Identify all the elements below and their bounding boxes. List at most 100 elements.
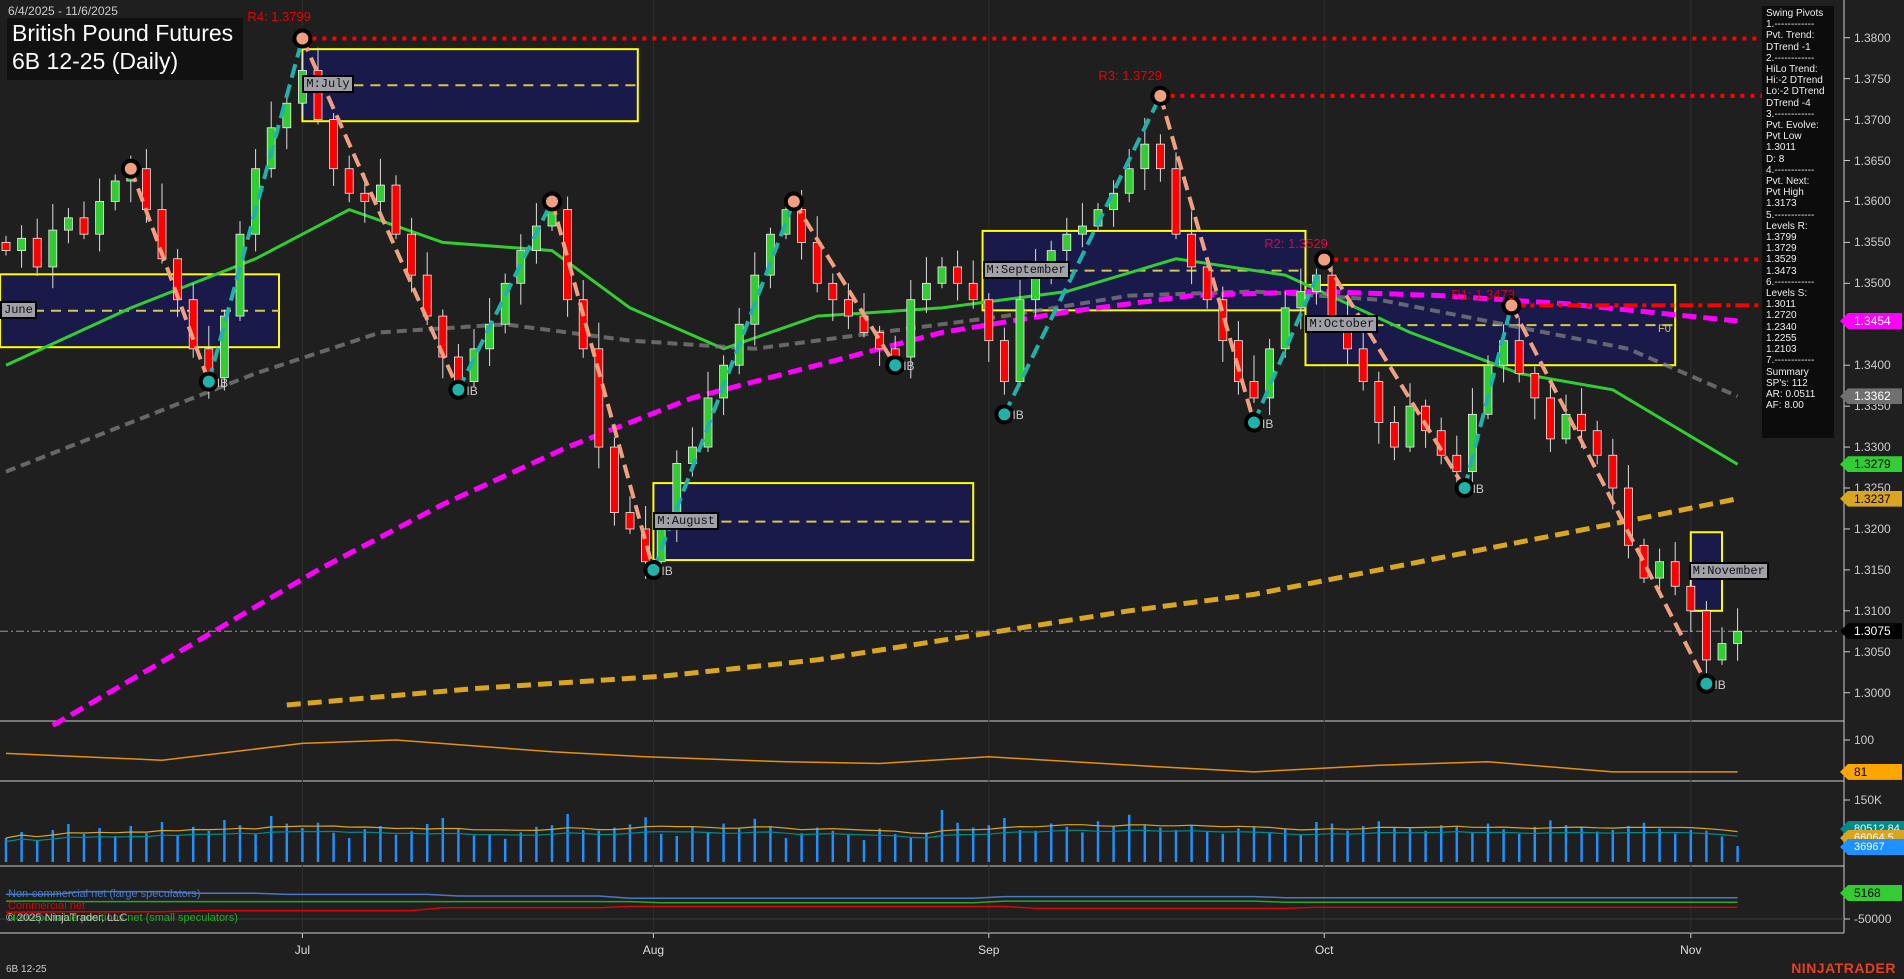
- price-tick-label: 1.3300: [1854, 440, 1891, 455]
- info-line: Levels R:: [1766, 220, 1808, 232]
- candle-down: [1702, 610, 1711, 661]
- candle-up: [1405, 405, 1415, 448]
- candle-down: [953, 266, 962, 284]
- candle-down: [1249, 381, 1259, 399]
- info-line: D: 8: [1766, 153, 1785, 165]
- info-line: 1.3011: [1766, 299, 1796, 311]
- price-tick-label: 1.3650: [1854, 153, 1891, 168]
- info-line: Pvt. Next:: [1766, 176, 1810, 188]
- candle-up: [375, 184, 385, 202]
- monthly-box-label: M:August: [653, 511, 719, 530]
- monthly-box-label: June: [0, 300, 37, 319]
- candle-down: [1546, 397, 1555, 440]
- swing-pivot-high-marker: [542, 191, 562, 212]
- candle-up: [1733, 630, 1742, 644]
- candle-up: [110, 180, 120, 202]
- indicator-value-flag: 81: [1840, 763, 1902, 780]
- price-tick-label: 1.3050: [1854, 644, 1891, 659]
- price-flag: 1.3454: [1840, 312, 1902, 329]
- volume-average-line: [5, 824, 1738, 839]
- candle-up: [937, 266, 947, 284]
- swing-pivot-low-marker: [1454, 478, 1475, 499]
- candle-down: [360, 192, 370, 202]
- candle-down: [1202, 266, 1212, 301]
- info-line: 4.------------: [1766, 164, 1815, 176]
- swing-pivot-high-marker: [1150, 85, 1171, 106]
- date-range: 6/4/2025 - 11/6/2025: [8, 4, 118, 18]
- info-line: HiLo Trend:: [1766, 64, 1818, 76]
- symbol-label: 6B 12-25: [6, 964, 47, 975]
- candle-down: [1374, 381, 1384, 423]
- volume-value-flag: 36967: [1840, 839, 1904, 855]
- candle-down: [1530, 372, 1540, 399]
- price-flag: 1.3362: [1840, 388, 1902, 405]
- candle-down: [1639, 544, 1649, 579]
- info-line: 1.2255: [1766, 332, 1797, 344]
- cot-series-line: [6, 890, 1738, 900]
- candle-down: [1327, 274, 1337, 317]
- candle-up: [219, 315, 229, 378]
- swing-pivot-high-marker: [783, 191, 804, 212]
- cot-legend-item: Commercial net: [8, 900, 86, 912]
- info-line: 1.3799: [1766, 232, 1797, 244]
- candle-down: [1, 241, 11, 251]
- info-line: 1.3011: [1766, 142, 1796, 154]
- moving-average-long: [286, 496, 1739, 708]
- candle-up: [1717, 643, 1727, 661]
- swing-pivot-high-marker: [292, 28, 313, 49]
- swing-pivot-high-marker: [1314, 249, 1335, 270]
- candle-down: [828, 282, 838, 301]
- candle-down: [1171, 168, 1181, 235]
- cot-tick-label: -50000: [1854, 912, 1892, 926]
- candle-up: [922, 282, 931, 301]
- candle-down: [797, 209, 806, 243]
- info-line: 1.3529: [1766, 254, 1797, 266]
- candle-down: [188, 299, 198, 350]
- candle-down: [1670, 561, 1680, 587]
- candle-up: [1031, 274, 1040, 301]
- candle-down: [625, 512, 635, 530]
- ib-label: IB: [903, 359, 915, 374]
- candle-up: [1483, 364, 1493, 415]
- info-line: 5.------------: [1766, 209, 1815, 221]
- price-chart[interactable]: [0, 0, 1904, 979]
- info-line: 1.------------: [1766, 19, 1815, 31]
- indicator-line: [5, 739, 1738, 773]
- candle-down: [79, 217, 89, 235]
- candle-up: [95, 201, 104, 235]
- cot-series-line: [5, 905, 1738, 914]
- info-line: Pvt Low: [1766, 131, 1802, 143]
- ib-label: IB: [1012, 408, 1024, 423]
- indicator-tick-label: 100: [1854, 733, 1875, 747]
- info-line: Levels S:: [1766, 288, 1808, 300]
- price-flag: 1.3075: [1840, 623, 1902, 640]
- candle-down: [344, 168, 354, 194]
- info-line: AF: 8.00: [1766, 400, 1804, 412]
- candle-down: [610, 446, 619, 513]
- volume-average-line-2: [5, 829, 1738, 843]
- candle-down: [141, 168, 151, 211]
- candle-up: [1062, 233, 1072, 251]
- info-line: Pvt High: [1766, 187, 1804, 199]
- monthly-box-label: M:July: [302, 75, 354, 94]
- swing-pivot-low-marker: [198, 371, 219, 392]
- ib-label: IB: [1262, 416, 1274, 431]
- candle-up: [64, 217, 73, 231]
- time-axis-label: Sep: [978, 943, 1000, 957]
- candle-up: [251, 168, 261, 235]
- info-line: 6.------------: [1766, 276, 1815, 288]
- price-tick-label: 1.3500: [1854, 276, 1891, 291]
- candle-up: [750, 274, 760, 325]
- info-line: SP's: 112: [1766, 377, 1808, 389]
- swing-pivots-panel: Swing Pivots 1.------------ Pvt. Trend: DTr…: [1762, 6, 1834, 438]
- f0-label: F0: [1658, 323, 1671, 335]
- price-tick-label: 1.3550: [1854, 235, 1891, 250]
- price-tick-label: 1.3750: [1854, 71, 1891, 86]
- cot-legend-item: Non-commercial net (large speculators): [8, 888, 201, 900]
- info-line: Hi:-2 DTrend: [1766, 75, 1823, 87]
- candle-down: [32, 237, 42, 268]
- candle-down: [1390, 422, 1399, 448]
- candle-down: [1608, 454, 1618, 489]
- resistance-level-label: R3: 1.3729: [1098, 67, 1162, 83]
- info-line: Pvt. Trend:: [1766, 30, 1815, 42]
